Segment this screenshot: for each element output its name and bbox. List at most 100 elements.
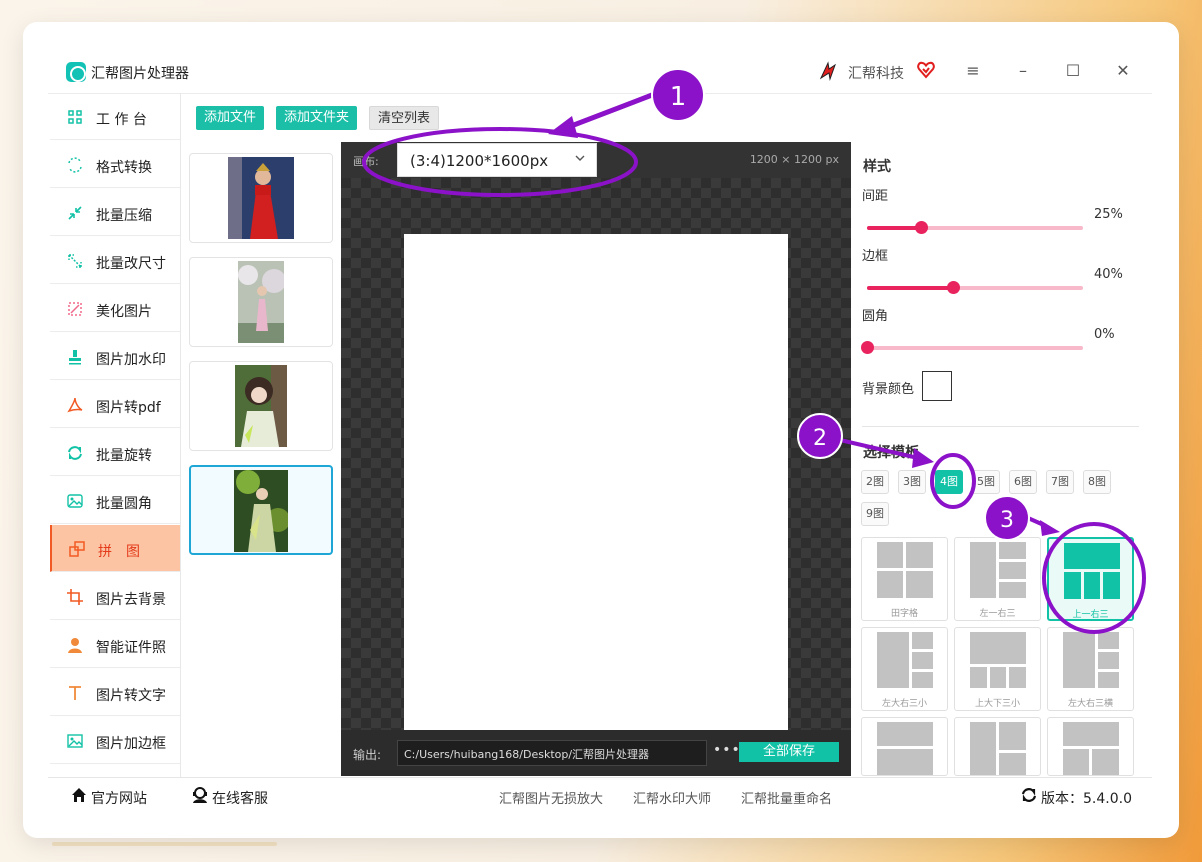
sidebar-item-resize[interactable]: 批量改尺寸	[50, 237, 180, 284]
template-left-big-right-three[interactable]: 左大右三小	[861, 627, 948, 711]
template-left-one-right-three[interactable]: 左一右三	[954, 537, 1041, 621]
template-name: 上大下三小	[974, 699, 1020, 709]
output-path-field[interactable]: C:/Users/huibang168/Desktop/汇帮图片处理器	[397, 740, 707, 766]
template-more-3[interactable]	[1047, 717, 1134, 776]
template-preview-icon	[1063, 632, 1119, 688]
add-folder-button[interactable]: 添加文件夹	[276, 106, 358, 130]
footer-link-watermark[interactable]: 汇帮水印大师	[633, 788, 711, 807]
sidebar-item-add-frame[interactable]: 图片加边框	[50, 717, 180, 764]
spacing-value: 25%	[1094, 207, 1123, 222]
template-preview-icon	[1064, 543, 1120, 599]
corner-label: 圆角	[862, 309, 889, 324]
sidebar: 工 作 台 格式转换 批量压缩 批量改尺寸 美化图片 图片加水印 图片转pdf …	[50, 93, 181, 777]
sidebar-item-label: 拼 图	[98, 544, 140, 560]
canvas-size-select[interactable]: (3:4)1200*1600px	[397, 143, 597, 177]
template-more-1[interactable]	[861, 717, 948, 776]
sidebar-item-label: 美化图片	[96, 304, 152, 320]
sidebar-item-rotate[interactable]: 批量旋转	[50, 429, 180, 476]
resize-icon	[68, 254, 82, 268]
online-service-link[interactable]: 在线客服	[212, 788, 268, 808]
sidebar-item-label: 智能证件照	[96, 640, 166, 656]
spacing-slider[interactable]	[867, 221, 1083, 234]
sidebar-item-label: 批量压缩	[96, 208, 152, 224]
sidebar-item-label: 格式转换	[96, 160, 152, 176]
sidebar-item-to-text[interactable]: 图片转文字	[50, 669, 180, 716]
sidebar-item-to-pdf[interactable]: 图片转pdf	[50, 381, 180, 428]
template-left-big-right-three-horizontal[interactable]: 左大右三横	[1047, 627, 1134, 711]
round-corner-icon	[67, 494, 83, 508]
count-4-button[interactable]: 4图	[935, 470, 963, 494]
template-grid-four[interactable]: 田字格	[861, 537, 948, 621]
template-more-2[interactable]	[954, 717, 1041, 776]
clear-list-button[interactable]: 清空列表	[369, 106, 440, 130]
canvas-paper[interactable]	[404, 234, 788, 745]
count-6-button[interactable]: 6图	[1009, 470, 1037, 494]
footer-link-rename[interactable]: 汇帮批量重命名	[741, 788, 832, 807]
thumbnail-image	[234, 470, 288, 552]
slider-knob[interactable]	[861, 341, 874, 354]
thumbnail-item[interactable]	[189, 153, 333, 243]
thumbnail-image	[238, 261, 284, 343]
sidebar-item-round-corner[interactable]: 批量圆角	[50, 477, 180, 524]
app-title: 汇帮图片处理器	[91, 66, 189, 82]
canvas-area: 画布: (3:4)1200*1600px 1200 × 1200 px 输出: …	[341, 142, 851, 776]
sidebar-item-workbench[interactable]: 工 作 台	[50, 93, 180, 140]
close-icon[interactable]: ✕	[1110, 58, 1136, 84]
style-panel: 样式 间距 25% 边框 40% 圆角 0% 背景颜色 选择模板 2图 3图 4…	[852, 142, 1152, 776]
count-8-button[interactable]: 8图	[1083, 470, 1111, 494]
count-3-button[interactable]: 3图	[898, 470, 926, 494]
output-label: 输出:	[353, 748, 382, 762]
sidebar-item-compress[interactable]: 批量压缩	[50, 189, 180, 236]
title-bar: 汇帮图片处理器 汇帮科技 ≡ – ☐ ✕	[48, 48, 1152, 94]
add-file-button[interactable]: 添加文件	[196, 106, 265, 130]
slider-knob[interactable]	[947, 281, 961, 294]
menu-icon[interactable]: ≡	[960, 58, 986, 84]
convert-icon	[68, 157, 82, 173]
collage-icon	[69, 541, 85, 557]
corner-slider[interactable]	[861, 341, 1083, 354]
pdf-icon	[67, 397, 83, 413]
sidebar-item-label: 工 作 台	[96, 112, 147, 128]
slider-knob[interactable]	[915, 221, 928, 234]
canvas-size-value: (3:4)1200*1600px	[410, 152, 549, 170]
sidebar-item-beautify[interactable]: 美化图片	[50, 285, 180, 332]
refresh-icon[interactable]	[1020, 786, 1038, 804]
divider	[862, 426, 1139, 427]
output-bar: 输出: C:/Users/huibang168/Desktop/汇帮图片处理器 …	[341, 730, 851, 776]
maximize-icon[interactable]: ☐	[1060, 58, 1086, 84]
sidebar-item-format-convert[interactable]: 格式转换	[50, 141, 180, 188]
version-text: 版本：5.4.0.0	[1041, 791, 1132, 807]
sidebar-item-label: 图片去背景	[96, 592, 166, 608]
template-name: 上一右三	[1072, 610, 1109, 620]
count-9-button[interactable]: 9图	[861, 502, 889, 526]
browse-more-button[interactable]: •••	[713, 742, 741, 758]
sidebar-item-id-photo[interactable]: 智能证件照	[50, 621, 180, 668]
official-website-link[interactable]: 官方网站	[91, 788, 147, 808]
bg-color-swatch[interactable]	[922, 371, 952, 401]
sidebar-item-remove-bg[interactable]: 图片去背景	[50, 573, 180, 620]
count-7-button[interactable]: 7图	[1046, 470, 1074, 494]
sidebar-item-watermark[interactable]: 图片加水印	[50, 333, 180, 380]
sidebar-item-collage[interactable]: 拼 图	[50, 525, 180, 572]
footer-link-upscale[interactable]: 汇帮图片无损放大	[499, 788, 603, 807]
bg-color-label: 背景颜色	[862, 382, 915, 397]
count-5-button[interactable]: 5图	[972, 470, 1000, 494]
canvas-background	[341, 178, 851, 745]
template-preview-icon	[877, 722, 933, 775]
heart-icon[interactable]	[916, 60, 936, 80]
canvas-size-text: 1200 × 1200 px	[749, 153, 839, 166]
grid-icon	[68, 110, 82, 124]
template-preview-icon	[970, 632, 1026, 688]
thumbnail-item[interactable]	[189, 361, 333, 451]
count-2-button[interactable]: 2图	[861, 470, 889, 494]
border-slider[interactable]	[867, 281, 1083, 294]
template-name: 左一右三	[979, 609, 1016, 619]
template-top-big-bottom-three[interactable]: 上大下三小	[954, 627, 1041, 711]
beautify-icon	[68, 302, 82, 316]
save-all-button[interactable]: 全部保存	[739, 742, 839, 762]
thumbnail-item-selected[interactable]	[189, 465, 333, 555]
template-top-one-bottom-three[interactable]: 上一右三	[1047, 537, 1134, 621]
thumbnail-item[interactable]	[189, 257, 333, 347]
footer: 官方网站 在线客服 汇帮图片无损放大 汇帮水印大师 汇帮批量重命名 版本：5.4…	[48, 777, 1152, 813]
minimize-icon[interactable]: –	[1010, 58, 1036, 84]
